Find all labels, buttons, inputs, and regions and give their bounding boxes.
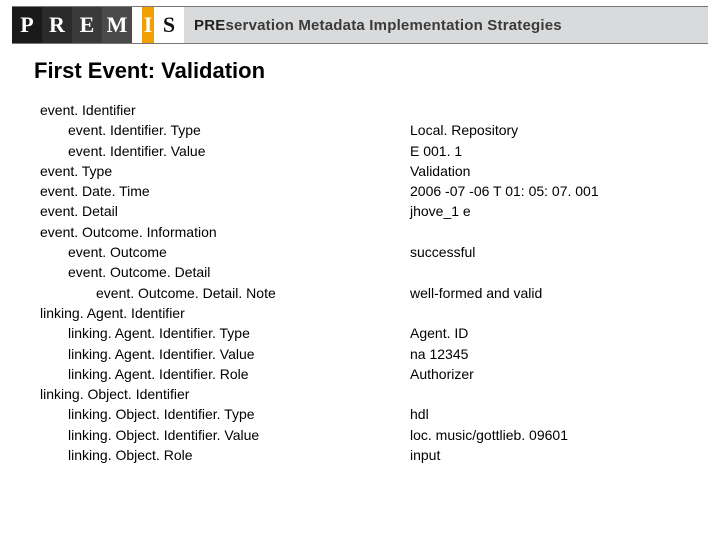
field-value-row: well-formed and valid [410,283,720,303]
premis-logo-bar: P R E M I S PREservation Metadata Implem… [12,6,708,44]
tagline-pre: PRE [194,17,225,34]
logo-letter: P [12,7,42,43]
field-name-row: event. Date. Time [40,181,410,201]
field-name-row: event. Identifier [40,100,410,120]
field-value-row [410,384,720,404]
field-name-row: event. Identifier. Value [40,141,410,161]
field-value-row: 2006 -07 -06 T 01: 05: 07. 001 [410,181,720,201]
field-value-row: Authorizer [410,364,720,384]
field-value-row: input [410,445,720,465]
field-name-row: linking. Object. Identifier. Type [40,404,410,424]
field-name-row: event. Outcome. Information [40,222,410,242]
field-name-row: event. Outcome [40,242,410,262]
field-name-row: linking. Agent. Identifier. Type [40,323,410,343]
logo-gap [132,7,142,43]
field-value-row: hdl [410,404,720,424]
field-value-row: loc. music/gottlieb. 09601 [410,425,720,445]
logo-accent: I [142,7,154,43]
logo-letter: R [42,7,72,43]
content-columns: event. Identifierevent. Identifier. Type… [40,100,720,465]
premis-logo-blocks: P R E M I S [12,7,184,43]
premis-tagline-bar: PREservation Metadata Implementation Str… [184,7,708,43]
field-value-row: Agent. ID [410,323,720,343]
field-name-row: linking. Object. Identifier [40,384,410,404]
field-name-row: linking. Agent. Identifier. Role [40,364,410,384]
field-name-row: linking. Object. Role [40,445,410,465]
field-name-row: linking. Agent. Identifier. Value [40,344,410,364]
field-value-row: Validation [410,161,720,181]
field-names-column: event. Identifierevent. Identifier. Type… [40,100,410,465]
field-value-row: successful [410,242,720,262]
field-value-row: jhove_1 e [410,201,720,221]
field-value-row [410,303,720,323]
field-name-row: event. Outcome. Detail. Note [40,283,410,303]
premis-tagline: PREservation Metadata Implementation Str… [194,17,562,34]
logo-letter: M [102,7,132,43]
slide-title: First Event: Validation [34,58,720,84]
logo-letter: S [154,7,184,43]
field-value-row: na 12345 [410,344,720,364]
field-value-row [410,262,720,282]
tagline-rest: servation Metadata Implementation Strate… [225,17,561,34]
field-name-row: linking. Object. Identifier. Value [40,425,410,445]
field-name-row: event. Type [40,161,410,181]
field-value-row [410,222,720,242]
field-name-row: event. Outcome. Detail [40,262,410,282]
field-name-row: linking. Agent. Identifier [40,303,410,323]
logo-letter: E [72,7,102,43]
field-value-row: Local. Repository [410,120,720,140]
field-value-row: E 001. 1 [410,141,720,161]
field-name-row: event. Identifier. Type [40,120,410,140]
field-value-row [410,100,720,120]
field-values-column: Local. RepositoryE 001. 1Validation2006 … [410,100,720,465]
field-name-row: event. Detail [40,201,410,221]
